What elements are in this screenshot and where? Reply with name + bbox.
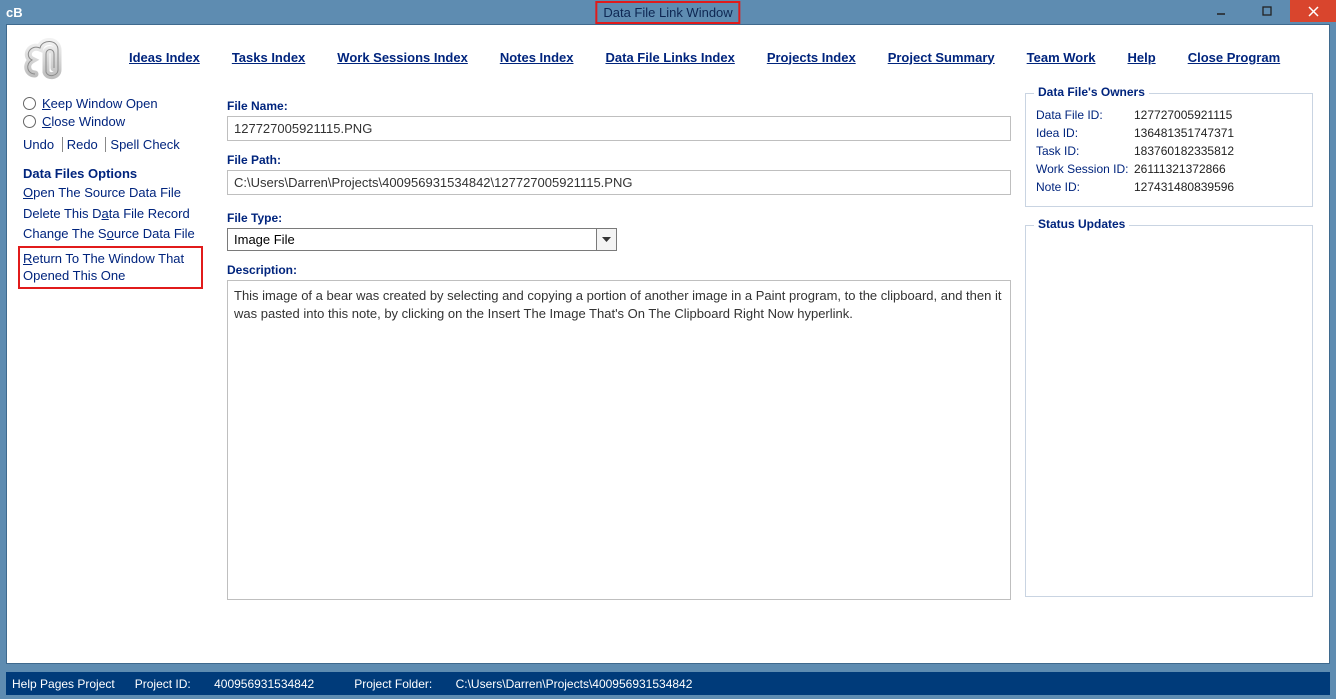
status-project-name: Help Pages Project (12, 677, 115, 691)
top-menu: Ideas Index Tasks Index Work Sessions In… (7, 25, 1329, 89)
file-path-label: File Path: (227, 153, 1011, 167)
owners-legend: Data File's Owners (1034, 85, 1149, 99)
return-to-previous-window-link[interactable]: Return To The Window That Opened This On… (18, 246, 203, 289)
sidebar: Keep Window Open Close Window Undo Redo … (17, 89, 207, 296)
file-path-field[interactable]: C:\Users\Darren\Projects\400956931534842… (227, 170, 1011, 195)
radio-icon (23, 115, 36, 128)
chevron-down-icon (602, 237, 611, 243)
radio-icon (23, 97, 36, 110)
data-file-id-value: 127727005921115 (1134, 108, 1232, 122)
task-id-label: Task ID: (1036, 144, 1134, 158)
work-session-id-label: Work Session ID: (1036, 162, 1134, 176)
radio-close-window[interactable]: Close Window (23, 114, 201, 129)
note-id-value: 127431480839596 (1134, 180, 1234, 194)
menu-notes-index[interactable]: Notes Index (500, 50, 574, 65)
menu-project-summary[interactable]: Project Summary (888, 50, 995, 65)
data-files-options-header: Data Files Options (23, 166, 201, 181)
undo-link[interactable]: Undo (23, 137, 54, 152)
main-panel: File Name: 127727005921115.PNG File Path… (207, 89, 1019, 604)
open-source-data-file-link[interactable]: Open The Source Data File (23, 184, 201, 202)
titlebar: cB Data File Link Window (0, 0, 1336, 24)
owners-groupbox: Data File's Owners Data File ID:12772700… (1025, 93, 1313, 207)
description-field[interactable]: This image of a bear was created by sele… (227, 280, 1011, 600)
menu-ideas-index[interactable]: Ideas Index (129, 50, 200, 65)
note-id-label: Note ID: (1036, 180, 1134, 194)
file-type-label: File Type: (227, 211, 1011, 225)
radio-keep-window-open[interactable]: Keep Window Open (23, 96, 201, 111)
window-title: Data File Link Window (597, 3, 738, 22)
menu-close-program[interactable]: Close Program (1188, 50, 1280, 65)
file-type-combo[interactable]: Image File (227, 228, 617, 251)
status-bar: Help Pages Project Project ID: 400956931… (6, 672, 1330, 695)
menu-help[interactable]: Help (1128, 50, 1156, 65)
menu-team-work[interactable]: Team Work (1027, 50, 1096, 65)
redo-link[interactable]: Redo (67, 137, 98, 152)
idea-id-value: 136481351747371 (1134, 126, 1234, 140)
menu-projects-index[interactable]: Projects Index (767, 50, 856, 65)
data-file-id-label: Data File ID: (1036, 108, 1134, 122)
minimize-button[interactable] (1198, 0, 1244, 22)
file-type-value: Image File (227, 228, 596, 251)
client-area: Ideas Index Tasks Index Work Sessions In… (6, 24, 1330, 664)
app-logo-icon (17, 32, 77, 82)
app-icon: cB (6, 5, 23, 20)
window-controls (1198, 0, 1336, 24)
task-id-value: 183760182335812 (1134, 144, 1234, 158)
work-session-id-value: 26111321372866 (1134, 162, 1226, 176)
menu-work-sessions-index[interactable]: Work Sessions Index (337, 50, 468, 65)
window-title-highlight: Data File Link Window (595, 1, 740, 24)
idea-id-label: Idea ID: (1036, 126, 1134, 140)
status-updates-legend: Status Updates (1034, 217, 1129, 231)
status-project-folder: Project Folder: C:\Users\Darren\Projects… (354, 677, 712, 691)
change-source-data-file-link[interactable]: Change The Source Data File (23, 225, 201, 243)
right-panel: Data File's Owners Data File ID:12772700… (1019, 89, 1319, 619)
spell-check-link[interactable]: Spell Check (110, 137, 179, 152)
file-name-label: File Name: (227, 99, 1011, 113)
status-updates-groupbox: Status Updates (1025, 225, 1313, 597)
file-name-field[interactable]: 127727005921115.PNG (227, 116, 1011, 141)
delete-data-file-record-link[interactable]: Delete This Data File Record (23, 205, 201, 223)
menu-tasks-index[interactable]: Tasks Index (232, 50, 305, 65)
status-project-id: Project ID: 400956931534842 (135, 677, 334, 691)
file-type-dropdown-button[interactable] (596, 228, 617, 251)
maximize-button[interactable] (1244, 0, 1290, 22)
menu-data-file-links-index[interactable]: Data File Links Index (606, 50, 735, 65)
close-button[interactable] (1290, 0, 1336, 22)
description-label: Description: (227, 263, 1011, 277)
